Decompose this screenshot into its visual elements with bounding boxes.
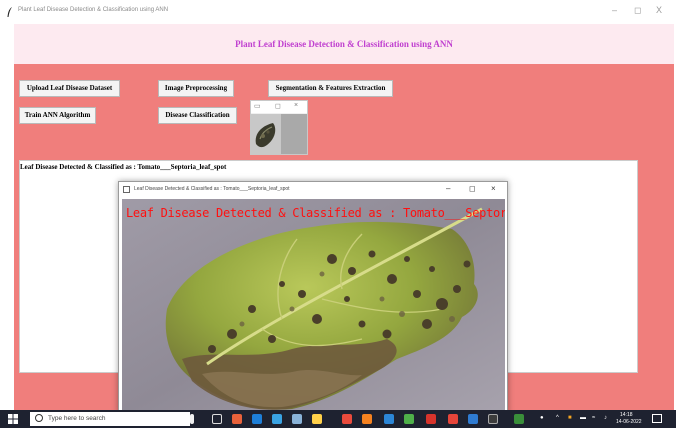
wifi-icon[interactable]: ≈ (592, 415, 595, 421)
leaf-thumbnail-image (251, 114, 281, 154)
window-title: Plant Leaf Disease Detection & Classific… (18, 7, 169, 13)
tray-icon-person[interactable]: ● (540, 415, 544, 421)
title-bar: Plant Leaf Disease Detection & Classific… (0, 0, 676, 24)
search-placeholder: Type here to search (48, 415, 106, 422)
result-text: Leaf Disease Detected & Classified as : … (20, 163, 227, 171)
activate-windows-watermark (540, 373, 542, 379)
image-preprocessing-button[interactable]: Image Preprocessing (158, 80, 234, 97)
upload-dataset-button[interactable]: Upload Leaf Disease Dataset (19, 80, 120, 97)
app-icon-4[interactable] (292, 414, 302, 424)
app-icon-9[interactable] (404, 414, 414, 424)
python-icon[interactable] (514, 414, 524, 424)
thumbnail-empty-area (281, 114, 307, 154)
app-header: Plant Leaf Disease Detection & Classific… (14, 24, 674, 64)
search-icon (35, 414, 43, 422)
thumbnail-window-icon: ▭ (254, 103, 261, 110)
taskbar-search-box[interactable]: Type here to search (30, 412, 190, 426)
leaf-image: Leaf Disease Detected & Classified as : … (122, 199, 505, 413)
battery-icon[interactable]: ▬ (580, 415, 586, 421)
minimize-button[interactable]: – (612, 5, 617, 15)
result-window-titlebar[interactable]: Leaf Disease Detected & Classified as : … (119, 182, 507, 198)
app-icon-3[interactable] (272, 414, 282, 424)
taskbar-clock-date[interactable]: 14-06-2022 (616, 419, 642, 425)
maximize-button[interactable]: ◻ (634, 5, 641, 16)
task-view-icon[interactable] (212, 414, 222, 424)
app-icon-11[interactable] (448, 414, 458, 424)
activate-windows-watermark-sub (527, 384, 529, 390)
windows-start-icon[interactable] (8, 414, 18, 424)
thumbnail-window[interactable]: ▭ ◻ × (250, 100, 308, 155)
volume-icon[interactable]: ♪ (604, 415, 607, 421)
notification-icon[interactable] (652, 414, 662, 423)
terminal-icon[interactable] (488, 414, 498, 424)
classification-overlay-text: Leaf Disease Detected & Classified as : … (126, 206, 505, 220)
diseased-leaf-photo (122, 199, 505, 413)
thumbnail-maximize-button[interactable]: ◻ (275, 102, 281, 110)
feather-icon (7, 7, 12, 17)
mic-icon[interactable] (190, 414, 194, 424)
train-ann-button[interactable]: Train ANN Algorithm (19, 107, 96, 124)
close-button[interactable]: X (656, 5, 662, 15)
disease-classification-button[interactable]: Disease Classification (158, 107, 237, 124)
classification-result-window[interactable]: Leaf Disease Detected & Classified as : … (118, 181, 508, 414)
chrome-icon[interactable] (342, 414, 352, 424)
app-icon-12[interactable] (468, 414, 478, 424)
app-icon-1[interactable] (232, 414, 242, 424)
app-icon-7[interactable] (362, 414, 372, 424)
file-explorer-icon[interactable] (312, 414, 322, 424)
edge-icon[interactable] (252, 414, 262, 424)
result-window-close-button[interactable]: × (491, 184, 496, 193)
tray-app-icon[interactable]: ■ (568, 415, 572, 421)
thumbnail-window-titlebar[interactable]: ▭ ◻ × (251, 101, 307, 113)
taskbar-clock-time[interactable]: 14:18 (620, 412, 633, 418)
result-window-minimize-button[interactable]: – (446, 184, 450, 193)
thumbnail-close-button[interactable]: × (294, 102, 298, 109)
acrobat-icon[interactable] (426, 414, 436, 424)
tray-chevron-icon[interactable]: ^ (556, 415, 559, 421)
segmentation-features-button[interactable]: Segmentation & Features Extraction (268, 80, 393, 97)
result-window-title: Leaf Disease Detected & Classified as : … (134, 186, 290, 192)
result-window-maximize-button[interactable]: ◻ (469, 184, 476, 193)
taskbar: Type here to search ● ^ ■ ▬ ≈ ♪ 14:18 14… (0, 410, 676, 428)
page-title: Plant Leaf Disease Detection & Classific… (235, 39, 453, 49)
app-icon-8[interactable] (384, 414, 394, 424)
window-icon (123, 186, 130, 193)
